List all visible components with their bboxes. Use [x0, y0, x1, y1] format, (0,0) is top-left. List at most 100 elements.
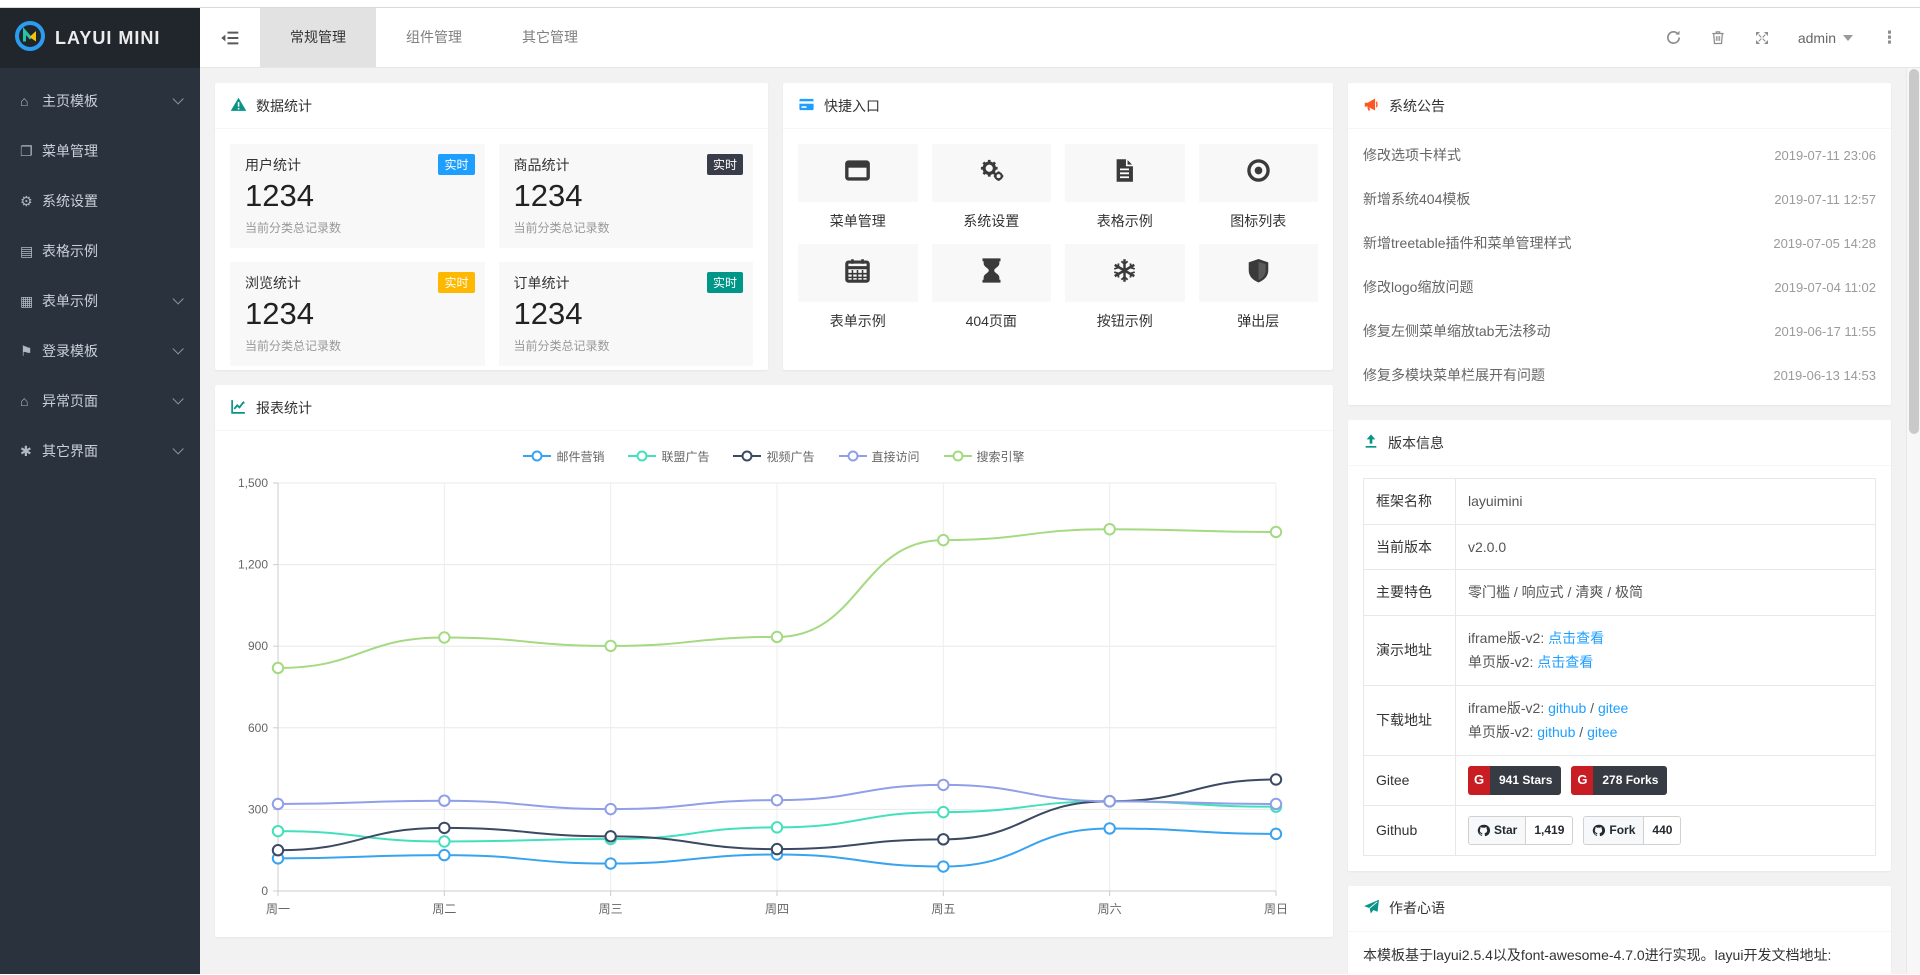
- data-statistics-card: 数据统计 用户统计 实时 1234 当前分类总记录数 商品统计 实: [215, 83, 768, 370]
- notice-item[interactable]: 修复左侧菜单缩放tab无法移动 2019-06-17 11:55: [1363, 309, 1876, 353]
- tab-other-management[interactable]: 其它管理: [492, 8, 608, 67]
- sidebar: LAYUI MINI ⌂ 主页模板 ❐ 菜单管理 ⚙ 系统设置 ▤ 表格示例 ▦: [0, 8, 200, 974]
- sidebar-item-table-examples[interactable]: ▤ 表格示例: [0, 226, 200, 276]
- version-icon: [1363, 433, 1379, 452]
- tab-bar: 常规管理 组件管理 其它管理: [260, 8, 608, 67]
- author-text: 本模板基于layui2.5.4以及font-awesome-4.7.0进行实现。…: [1363, 947, 1831, 963]
- collapse-menu-button[interactable]: [200, 8, 260, 67]
- svg-text:周一: 周一: [266, 902, 290, 916]
- file-icon: [1111, 157, 1138, 189]
- scrollbar-thumb[interactable]: [1909, 69, 1919, 434]
- svg-text:600: 600: [248, 721, 268, 735]
- chart-legend: 邮件营销 联盟广告 视频广告 直接访问 搜索引擎: [215, 431, 1333, 467]
- download-github-link[interactable]: github: [1548, 700, 1586, 716]
- author-words-card: 作者心语 本模板基于layui2.5.4以及font-awesome-4.7.0…: [1348, 886, 1891, 975]
- tab-general-management[interactable]: 常规管理: [260, 8, 376, 67]
- bullhorn-icon: [1363, 96, 1380, 116]
- gitee-forks-badge[interactable]: G 278 Forks: [1571, 766, 1667, 795]
- sidebar-item-other-pages[interactable]: ✱ 其它界面: [0, 426, 200, 476]
- vertical-scrollbar[interactable]: [1906, 68, 1920, 974]
- download-gitee-link[interactable]: gitee: [1598, 700, 1628, 716]
- quick-entry-buttons[interactable]: 按钮示例: [1065, 244, 1185, 331]
- card-title: 版本信息: [1388, 433, 1444, 453]
- gears-icon: ⚙: [20, 193, 42, 210]
- legend-marker-icon: [523, 450, 551, 462]
- tab-component-management[interactable]: 组件管理: [376, 8, 492, 67]
- quick-entry-forms[interactable]: 表单示例: [798, 244, 918, 331]
- card-title: 系统公告: [1389, 96, 1445, 116]
- topbar: 常规管理 组件管理 其它管理: [200, 8, 1920, 68]
- notice-item[interactable]: 修复多模块菜单栏展开有问题 2019-06-13 14:53: [1363, 353, 1876, 397]
- table-row: Gitee G 941 Stars G 278 Forks: [1364, 755, 1876, 805]
- quick-entry-card: 快捷入口 菜单管理: [783, 83, 1333, 370]
- topbar-actions: admin ⋮: [1665, 8, 1920, 67]
- target-icon: [1245, 157, 1272, 189]
- chevron-down-icon: [172, 93, 183, 104]
- window-icon: ❐: [20, 143, 42, 160]
- card-icon: [798, 96, 815, 116]
- legend-item[interactable]: 邮件营销: [523, 445, 604, 467]
- status-badge: 实时: [438, 154, 474, 175]
- stat-users: 用户统计 实时 1234 当前分类总记录数: [230, 144, 485, 248]
- sidebar-item-login-templates[interactable]: ⚑ 登录模板: [0, 326, 200, 376]
- table-row: 主要特色 零门槛 / 响应式 / 清爽 / 极简: [1364, 570, 1876, 616]
- card-title: 快捷入口: [824, 96, 880, 116]
- trash-icon[interactable]: [1710, 29, 1726, 46]
- quick-entry-popup[interactable]: 弹出层: [1199, 244, 1319, 331]
- demo-link-iframe[interactable]: 点击查看: [1548, 630, 1604, 646]
- sidebar-item-menu-management[interactable]: ❐ 菜单管理: [0, 126, 200, 176]
- notice-item[interactable]: 新增treetable插件和菜单管理样式 2019-07-05 14:28: [1363, 221, 1876, 265]
- github-star-button[interactable]: Star 1,419: [1468, 816, 1573, 845]
- logo-icon: [14, 20, 46, 57]
- legend-marker-icon: [944, 450, 972, 462]
- window-icon: [844, 157, 871, 189]
- legend-item[interactable]: 联盟广告: [628, 445, 709, 467]
- legend-item[interactable]: 视频广告: [733, 445, 814, 467]
- quick-entry-tables[interactable]: 表格示例: [1065, 144, 1185, 231]
- table-row: 演示地址 iframe版-v2: 点击查看 单页版-v2: 点击查看: [1364, 615, 1876, 685]
- more-menu-icon[interactable]: ⋮: [1881, 28, 1898, 48]
- chevron-down-icon: [172, 393, 183, 404]
- version-table: 框架名称 layuimini 当前版本 v2.0.0 主要特色 零门槛 / 响应…: [1363, 478, 1876, 856]
- quick-entry-404[interactable]: 404页面: [932, 244, 1052, 331]
- sidebar-item-error-pages[interactable]: ⌂ 异常页面: [0, 376, 200, 426]
- gitee-logo-icon: G: [1468, 766, 1490, 795]
- table-row: Github Star 1,419: [1364, 805, 1876, 855]
- notice-item[interactable]: 修改选项卡样式 2019-07-11 23:06: [1363, 133, 1876, 177]
- svg-text:300: 300: [248, 802, 268, 816]
- legend-item[interactable]: 搜索引擎: [944, 445, 1025, 467]
- sidebar-item-form-examples[interactable]: ▦ 表单示例: [0, 276, 200, 326]
- hourglass-icon: [978, 257, 1005, 289]
- sidebar-item-home-templates[interactable]: ⌂ 主页模板: [0, 76, 200, 126]
- notice-item[interactable]: 新增系统404模板 2019-07-11 12:57: [1363, 177, 1876, 221]
- legend-marker-icon: [733, 450, 761, 462]
- line-chart-icon: [230, 398, 247, 418]
- legend-item[interactable]: 直接访问: [839, 445, 920, 467]
- warning-triangle-icon: [230, 96, 247, 116]
- gitee-stars-badge[interactable]: G 941 Stars: [1468, 766, 1561, 795]
- chevron-down-icon: [172, 443, 183, 454]
- svg-text:周三: 周三: [599, 902, 623, 916]
- sidebar-item-system-settings[interactable]: ⚙ 系统设置: [0, 176, 200, 226]
- version-info-card: 版本信息 框架名称 layuimini 当前版本 v2.0.0 主要特色: [1348, 420, 1891, 871]
- shield-icon: [1245, 257, 1272, 289]
- home-icon: ⌂: [20, 93, 42, 109]
- collapse-menu-icon: [220, 28, 240, 48]
- download-gitee-link[interactable]: gitee: [1587, 724, 1617, 740]
- github-fork-button[interactable]: Fork 440: [1583, 816, 1681, 845]
- fullscreen-icon[interactable]: [1754, 30, 1770, 46]
- quick-entry-menu[interactable]: 菜单管理: [798, 144, 918, 231]
- refresh-icon[interactable]: [1665, 29, 1682, 46]
- app-title: LAYUI MINI: [55, 28, 160, 49]
- quick-entry-icons[interactable]: 图标列表: [1199, 144, 1319, 231]
- notice-item[interactable]: 修改logo缩放问题 2019-07-04 11:02: [1363, 265, 1876, 309]
- caret-down-icon: [1843, 35, 1853, 41]
- card-title: 数据统计: [256, 96, 312, 116]
- svg-text:周五: 周五: [931, 902, 955, 916]
- status-badge: 实时: [707, 154, 743, 175]
- stat-orders: 订单统计 实时 1234 当前分类总记录数: [499, 262, 754, 366]
- user-menu[interactable]: admin: [1798, 30, 1853, 46]
- quick-entry-settings[interactable]: 系统设置: [932, 144, 1052, 231]
- demo-link-spa[interactable]: 点击查看: [1537, 654, 1593, 670]
- download-github-link[interactable]: github: [1537, 724, 1575, 740]
